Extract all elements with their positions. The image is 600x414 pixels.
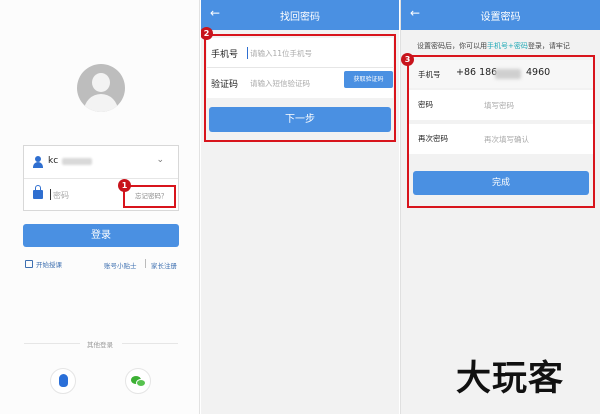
step-badge-3: 3 bbox=[401, 53, 414, 66]
divider bbox=[145, 259, 146, 268]
divider bbox=[122, 343, 178, 344]
parent-register-link[interactable]: 家长注册 bbox=[151, 260, 177, 270]
login-screen: kc ⌄ 密码 忘记密码？ 1 登录 开始授课 账号小贴士 家长注册 其他登录 bbox=[0, 0, 200, 414]
user-icon bbox=[33, 156, 43, 168]
qq-login-button[interactable] bbox=[50, 368, 76, 394]
teach-link[interactable]: 开始授课 bbox=[25, 259, 62, 269]
top-bar: ← 找回密码 bbox=[201, 0, 399, 30]
qq-icon bbox=[59, 374, 68, 387]
password-placeholder: 密码 bbox=[53, 191, 69, 200]
highlight-box-form bbox=[204, 34, 396, 142]
top-bar: ← 设置密码 bbox=[401, 0, 600, 30]
teach-icon bbox=[25, 260, 33, 268]
find-password-screen: ← 找回密码 手机号 请输入11位手机号 验证码 请输入短信验证码 获取验证码 … bbox=[201, 0, 399, 414]
step-badge-1: 1 bbox=[118, 179, 131, 192]
account-tips-link[interactable]: 账号小贴士 bbox=[104, 260, 137, 270]
highlight-box-forgot bbox=[123, 185, 176, 208]
login-button[interactable]: 登录 bbox=[23, 224, 179, 247]
page-title: 找回密码 bbox=[280, 12, 320, 23]
teach-link-label: 开始授课 bbox=[36, 261, 62, 269]
text-cursor bbox=[50, 189, 51, 200]
chevron-down-icon[interactable]: ⌄ bbox=[156, 155, 164, 165]
account-blurred bbox=[62, 158, 92, 165]
set-password-hint: 设置密码后，你可以用手机号+密码登录，请牢记 bbox=[417, 42, 570, 50]
page-title: 设置密码 bbox=[480, 12, 521, 23]
divider bbox=[24, 343, 80, 344]
account-value: kc bbox=[48, 156, 59, 166]
avatar bbox=[77, 64, 125, 112]
wechat-icon bbox=[131, 376, 146, 387]
highlight-box-form bbox=[407, 55, 595, 208]
account-field[interactable]: kc ⌄ bbox=[24, 146, 178, 179]
watermark-logo: 大玩客 bbox=[456, 359, 565, 399]
lock-icon bbox=[33, 185, 43, 199]
other-login-label: 其他登录 bbox=[87, 341, 113, 349]
wechat-login-button[interactable] bbox=[125, 368, 151, 394]
